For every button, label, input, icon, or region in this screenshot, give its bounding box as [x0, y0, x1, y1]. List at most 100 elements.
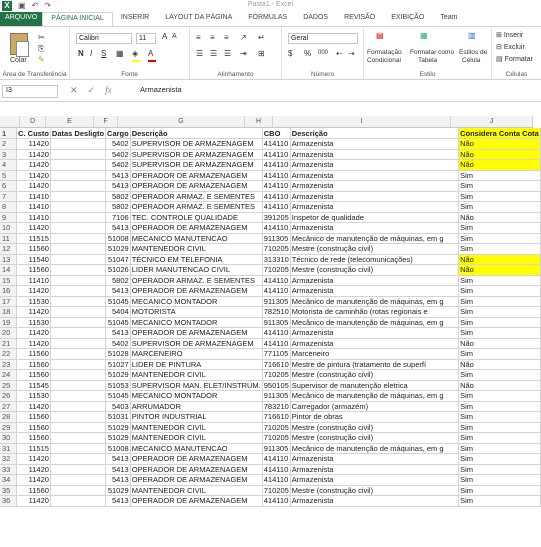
- table-cell[interactable]: Mestre (construção civil): [290, 432, 460, 444]
- table-cell[interactable]: 5802: [105, 191, 131, 202]
- table-cell[interactable]: 11540: [16, 254, 51, 265]
- table-cell[interactable]: 710205: [262, 264, 291, 276]
- table-cell[interactable]: 11420: [16, 159, 51, 171]
- table-cell[interactable]: 710205: [262, 432, 291, 444]
- table-cell[interactable]: 414110: [262, 474, 291, 486]
- table-cell[interactable]: Sim: [458, 233, 541, 244]
- table-cell[interactable]: Sim: [458, 306, 541, 318]
- table-cell[interactable]: 51008: [105, 443, 131, 454]
- table-cell[interactable]: Sim: [458, 201, 541, 213]
- table-cell[interactable]: 911305: [262, 443, 291, 454]
- table-cell[interactable]: 11410: [16, 212, 51, 223]
- decrease-decimal-icon[interactable]: ⇢: [348, 49, 355, 58]
- table-cell[interactable]: 911305: [262, 317, 291, 328]
- table-cell[interactable]: 5413: [105, 327, 131, 339]
- table-cell[interactable]: Sim: [458, 474, 541, 486]
- table-cell[interactable]: 11560: [16, 422, 51, 433]
- table-cell[interactable]: Armazenista: [290, 180, 460, 192]
- table-cell[interactable]: Sim: [458, 275, 541, 286]
- row-number[interactable]: 35: [0, 485, 18, 496]
- table-cell[interactable]: Mecânico de manutenção de máquinas, em g: [290, 296, 460, 307]
- table-cell[interactable]: [50, 275, 107, 286]
- number-format-select[interactable]: Geral: [288, 33, 358, 44]
- table-cell[interactable]: 5402: [105, 159, 131, 171]
- table-cell[interactable]: 11420: [16, 138, 51, 150]
- table-cell[interactable]: 51045: [105, 317, 131, 328]
- table-cell[interactable]: 51027: [105, 359, 131, 370]
- table-cell[interactable]: 51029: [105, 369, 131, 381]
- table-cell[interactable]: 51029: [105, 243, 131, 255]
- currency-button[interactable]: $: [288, 49, 292, 58]
- table-cell[interactable]: 11410: [16, 275, 51, 286]
- table-cell[interactable]: 51008: [105, 233, 131, 244]
- col-header-F[interactable]: F: [94, 116, 118, 127]
- table-cell[interactable]: Sim: [458, 422, 541, 433]
- table-cell[interactable]: Sim: [458, 327, 541, 339]
- row-number[interactable]: 24: [0, 369, 18, 381]
- table-cell[interactable]: Armazenista: [290, 138, 460, 150]
- header-cell[interactable]: Descrição: [130, 128, 263, 139]
- table-cell[interactable]: Carregador (armazém): [290, 401, 460, 412]
- insert-button[interactable]: ⊞ Inserir: [496, 31, 523, 39]
- row-number[interactable]: 5: [0, 170, 18, 181]
- grow-font-icon[interactable]: A: [162, 32, 167, 41]
- table-cell[interactable]: Sim: [458, 369, 541, 381]
- table-cell[interactable]: Armazenista: [290, 285, 460, 297]
- row-number[interactable]: 26: [0, 390, 18, 402]
- table-cell[interactable]: 5413: [105, 180, 131, 192]
- table-cell[interactable]: TÉCNICO EM TELEFONIA: [130, 254, 263, 265]
- table-cell[interactable]: 716610: [262, 359, 291, 370]
- table-cell[interactable]: SUPERVISOR DE ARMAZENAGEM: [130, 149, 263, 160]
- table-cell[interactable]: [50, 327, 107, 339]
- col-header-G[interactable]: G: [118, 116, 245, 127]
- table-cell[interactable]: Não: [458, 212, 541, 223]
- row-number[interactable]: 3: [0, 149, 18, 160]
- table-cell[interactable]: MANTENEDOR CIVIL: [130, 422, 263, 433]
- row-number[interactable]: 11: [0, 233, 18, 244]
- shrink-font-icon[interactable]: A: [172, 33, 177, 40]
- row-number[interactable]: 14: [0, 264, 18, 276]
- table-cell[interactable]: 313310: [262, 254, 291, 265]
- table-cell[interactable]: Armazenista: [290, 275, 460, 286]
- align-middle-icon[interactable]: ≡: [210, 33, 215, 42]
- table-cell[interactable]: 414110: [262, 285, 291, 297]
- col-header-J[interactable]: J: [451, 116, 533, 127]
- table-cell[interactable]: Armazenista: [290, 222, 460, 234]
- format-as-table-label-2[interactable]: Tabela: [418, 57, 437, 64]
- table-cell[interactable]: 782510: [262, 306, 291, 318]
- row-number[interactable]: 28: [0, 411, 18, 423]
- col-header-E[interactable]: E: [46, 116, 94, 127]
- row-number[interactable]: 8: [0, 201, 18, 213]
- table-cell[interactable]: Mestre (construção civil): [290, 243, 460, 255]
- table-cell[interactable]: Armazenista: [290, 149, 460, 160]
- table-cell[interactable]: 11560: [16, 432, 51, 444]
- table-cell[interactable]: Armazenista: [290, 201, 460, 213]
- table-cell[interactable]: 5402: [105, 338, 131, 349]
- table-cell[interactable]: [50, 243, 107, 255]
- align-right-icon[interactable]: ☰: [224, 49, 231, 58]
- header-cell[interactable]: C. Custo: [16, 128, 51, 139]
- align-top-icon[interactable]: ≡: [196, 33, 201, 42]
- table-cell[interactable]: TEC. CONTROLE QUALIDADE: [130, 212, 263, 223]
- table-cell[interactable]: OPERADOR DE ARMAZENAGEM: [130, 222, 263, 234]
- table-cell[interactable]: Sim: [458, 317, 541, 328]
- align-left-icon[interactable]: ☰: [196, 49, 203, 58]
- table-cell[interactable]: OPERADOR DE ARMAZENAGEM: [130, 464, 263, 475]
- table-cell[interactable]: LIDER DE PINTURA: [130, 359, 263, 370]
- table-cell[interactable]: Armazenista: [290, 453, 460, 465]
- table-cell[interactable]: 783210: [262, 401, 291, 412]
- table-cell[interactable]: 5402: [105, 149, 131, 160]
- row-number[interactable]: 32: [0, 453, 18, 465]
- table-cell[interactable]: [50, 401, 107, 412]
- increase-decimal-icon[interactable]: ⇠: [336, 49, 343, 58]
- table-cell[interactable]: MANTENEDOR CIVIL: [130, 485, 263, 496]
- table-cell[interactable]: 11560: [16, 485, 51, 496]
- table-cell[interactable]: Sim: [458, 390, 541, 402]
- table-cell[interactable]: 11420: [16, 453, 51, 465]
- align-center-icon[interactable]: ☰: [210, 49, 217, 58]
- table-cell[interactable]: Sim: [458, 411, 541, 423]
- table-cell[interactable]: 5802: [105, 275, 131, 286]
- table-cell[interactable]: 5413: [105, 285, 131, 297]
- table-cell[interactable]: PINTOR INDUSTRIAL: [130, 411, 263, 423]
- table-cell[interactable]: 11530: [16, 317, 51, 328]
